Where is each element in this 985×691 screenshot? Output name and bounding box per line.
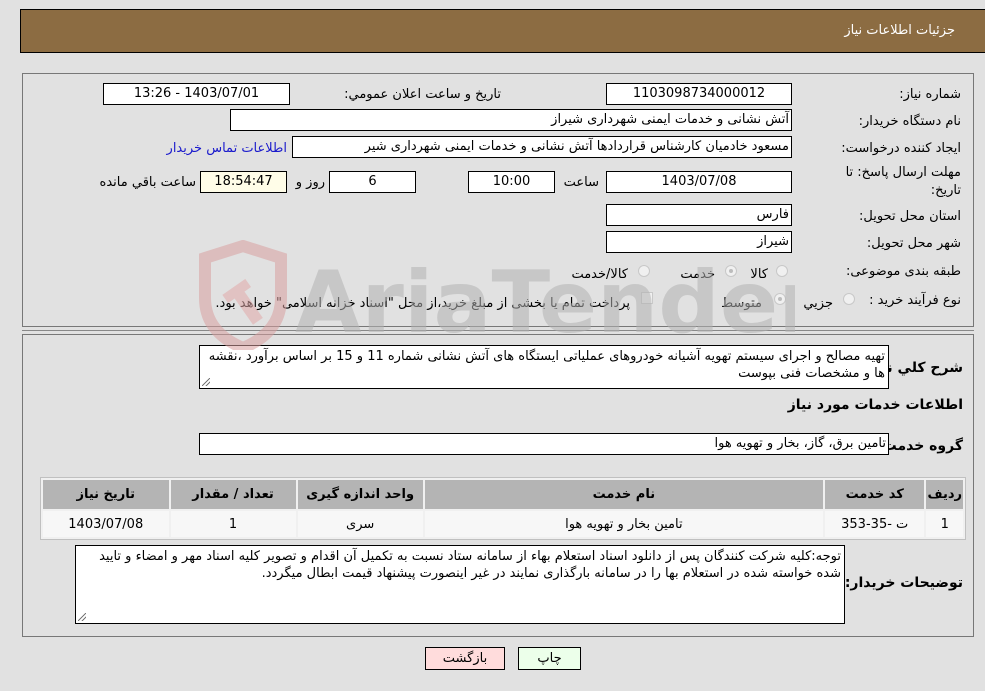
province-label: استان محل تحویل: (859, 209, 961, 224)
deadline-time-label: ساعت (563, 175, 599, 190)
services-table-header: ردیف کد خدمت نام خدمت واحد اندازه گیری ت… (43, 480, 963, 509)
remaining-time-field: 18:54:47 (200, 171, 287, 193)
requester-label: ایجاد کننده درخواست: (841, 141, 961, 156)
description-textarea[interactable]: تهیه مصالح و اجرای سیستم تهویه آشیانه خو… (199, 345, 889, 389)
treasury-note: پرداخت تمام یا بخشی از مبلغ خرید،از محل … (215, 296, 630, 311)
buyer-notes-label: توضیحات خریدار: (844, 575, 963, 591)
cell-need-date: 1403/07/08 (43, 511, 169, 537)
days-label: روز و (295, 175, 325, 190)
province-field: فارس (606, 204, 792, 226)
services-table: ردیف کد خدمت نام خدمت واحد اندازه گیری ت… (40, 477, 966, 540)
category-goods-radio[interactable] (776, 265, 788, 277)
purchase-type-medium-label: متوسط (721, 296, 762, 311)
category-goods-service-radio[interactable] (638, 265, 650, 277)
requester-field: مسعود خادمیان کارشناس قراردادها آتش نشان… (292, 136, 792, 158)
back-button[interactable]: بازگشت (425, 647, 505, 670)
need-number-label: شماره نیاز: (899, 87, 961, 102)
service-group-field: تامین برق، گاز، بخار و تهویه هوا (199, 433, 889, 455)
purchase-type-medium-radio[interactable] (774, 293, 786, 305)
purchase-type-label: نوع فرآیند خرید : (869, 293, 961, 308)
cell-unit: سری (297, 511, 423, 537)
buyer-org-field: آتش نشانی و خدمات ایمنی شهرداری شیراز (230, 109, 792, 131)
announce-datetime-label: تاریخ و ساعت اعلان عمومي: (344, 87, 501, 102)
category-label: طبقه بندی موضوعی: (845, 264, 961, 279)
print-button[interactable]: چاپ (518, 647, 581, 670)
buyer-notes-textarea[interactable]: توجه:کلیه شرکت کنندگان پس از دانلود اسنا… (75, 545, 845, 624)
days-remaining-field: 6 (329, 171, 416, 193)
category-goods-service-label: کالا/خدمت (571, 267, 628, 282)
col-service-code: کد خدمت (824, 480, 925, 509)
category-service-label: خدمت (680, 267, 715, 282)
col-unit: واحد اندازه گیری (297, 480, 423, 509)
deadline-label-line1: مهلت ارسال پاسخ: تا (845, 165, 961, 180)
need-number-field: 1103098734000012 (606, 83, 792, 105)
service-group-label: گروه خدمت: (877, 438, 963, 454)
buyer-org-label: نام دستگاه خریدار: (858, 114, 961, 129)
category-goods-label: کالا (750, 267, 768, 282)
description-text: تهیه مصالح و اجرای سیستم تهویه آشیانه خو… (208, 349, 885, 381)
cell-row-number: 1 (926, 511, 963, 537)
cell-service-code: ت -35-353 (824, 511, 925, 537)
deadline-time-field: 10:00 (468, 171, 555, 193)
city-label: شهر محل تحویل: (866, 236, 961, 251)
buyer-contact-link[interactable]: اطلاعات تماس خریدار (167, 141, 287, 156)
resize-grip-icon[interactable] (78, 613, 86, 621)
page-header: جزئیات اطلاعات نیاز (20, 9, 985, 53)
table-row: 1 ت -35-353 تامین بخار و تهویه هوا سری 1… (43, 511, 963, 537)
category-service-radio[interactable] (725, 265, 737, 277)
remaining-time-label: ساعت باقي مانده (99, 175, 196, 190)
col-service-name: نام خدمت (424, 480, 823, 509)
services-heading: اطلاعات خدمات مورد نياز (787, 397, 963, 413)
buyer-notes-text: توجه:کلیه شرکت کنندگان پس از دانلود اسنا… (99, 549, 841, 581)
deadline-date-field: 1403/07/08 (606, 171, 792, 193)
purchase-type-minor-radio[interactable] (843, 293, 855, 305)
treasury-checkbox[interactable] (641, 292, 653, 304)
cell-service-name: تامین بخار و تهویه هوا (424, 511, 823, 537)
col-quantity: تعداد / مقدار (170, 480, 296, 509)
announce-datetime-field: 1403/07/01 - 13:26 (103, 83, 290, 105)
city-field: شیراز (606, 231, 792, 253)
cell-quantity: 1 (170, 511, 296, 537)
services-section: شرح کلي نياز: تهیه مصالح و اجرای سیستم ت… (22, 334, 974, 637)
need-details-section: شماره نیاز: 1103098734000012 تاریخ و ساع… (22, 73, 974, 331)
col-need-date: تاریخ نیاز (43, 480, 169, 509)
deadline-label-line2: تاریخ: (930, 183, 961, 198)
page-title: جزئیات اطلاعات نیاز (844, 23, 955, 38)
resize-grip-icon[interactable] (202, 378, 210, 386)
col-row-number: ردیف (926, 480, 963, 509)
purchase-type-minor-label: جزيي (803, 296, 833, 311)
